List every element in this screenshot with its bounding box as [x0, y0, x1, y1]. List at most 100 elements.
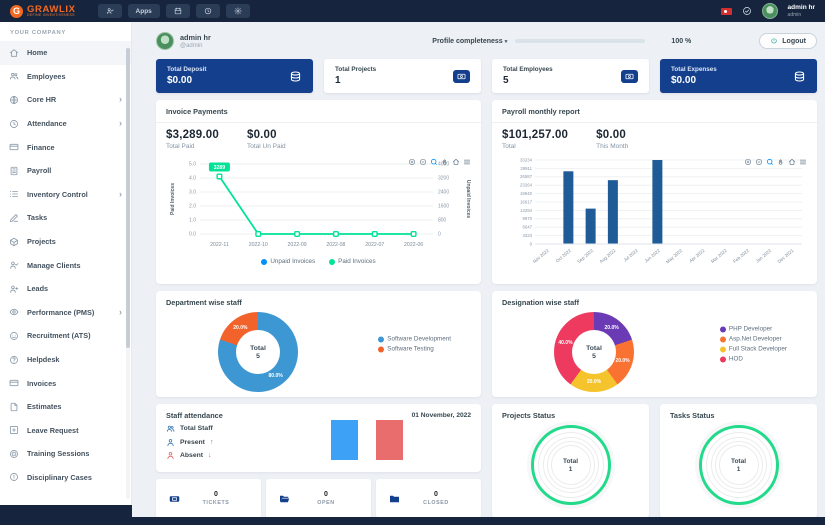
radial-center: Total 1: [730, 457, 747, 473]
panel-title: Department wise staff: [166, 298, 242, 307]
sidebar-item-home[interactable]: Home: [0, 41, 131, 65]
pan-icon[interactable]: [777, 158, 785, 166]
chevron-right-icon: [119, 95, 122, 104]
language-flag-icon[interactable]: [720, 7, 732, 15]
closed-tickets-card: 0 CLOSED: [376, 479, 481, 517]
legend-item[interactable]: Paid Invoices: [329, 258, 376, 265]
completeness-value: 100 %: [671, 37, 692, 45]
user-roles-icon: [106, 7, 114, 15]
user-roles-button[interactable]: [97, 4, 122, 18]
chart-legend: Unpaid Invoices Paid Invoices: [156, 258, 481, 265]
logout-button[interactable]: Logout: [759, 33, 817, 49]
topbar-avatar[interactable]: [761, 3, 778, 19]
sidebar-item-estimates[interactable]: Estimates: [0, 395, 131, 419]
svg-text:Jul 2022: Jul 2022: [623, 248, 640, 263]
svg-text:26587: 26587: [520, 174, 533, 179]
svg-text:2022-10: 2022-10: [249, 242, 268, 248]
stat-card-total-expenses: Total Expenses $0.00: [660, 59, 817, 93]
sidebar-item-helpdesk[interactable]: Helpdesk: [0, 348, 131, 372]
pan-icon[interactable]: [441, 158, 449, 166]
payroll-bar-chart[interactable]: 0 3323 6647 9970 13294 16617 19940 23264 26587 29…: [502, 154, 807, 276]
designation-donut-chart[interactable]: Total 5 20.0% 20.0% 20.0% 40.0%: [554, 312, 634, 392]
menu-icon[interactable]: [463, 158, 471, 166]
zoom-in-icon[interactable]: [408, 158, 416, 166]
selection-zoom-icon[interactable]: [430, 158, 438, 166]
slice-percent-label: 40.0%: [558, 339, 573, 346]
profile-avatar[interactable]: [156, 32, 174, 50]
profile-name: admin hr: [180, 33, 211, 43]
svg-text:3200: 3200: [438, 176, 449, 182]
legend-item[interactable]: Asp.Net Developer: [719, 336, 787, 343]
arrow-down-icon: ↓: [208, 452, 212, 459]
coins-icon: [793, 70, 806, 83]
sidebar-scrollbar-thumb[interactable]: [126, 48, 130, 348]
svg-text:5.0: 5.0: [189, 162, 196, 168]
radial-center: Total 1: [562, 457, 579, 473]
sidebar-item-inventory-control[interactable]: Inventory Control: [0, 183, 131, 207]
attendance-row-absent: Absent ↓: [166, 451, 471, 460]
settings-button[interactable]: [225, 4, 250, 18]
home-icon[interactable]: [788, 158, 796, 166]
history-button[interactable]: [195, 4, 220, 18]
legend-item[interactable]: Software Testing: [378, 346, 451, 353]
zoom-in-icon[interactable]: [744, 158, 752, 166]
manage-clients-icon: [9, 260, 19, 270]
department-donut-chart[interactable]: Total 5 80.0% 20.0%: [218, 312, 298, 392]
legend-item[interactable]: HOD: [719, 356, 787, 363]
sidebar-item-disciplinary-cases[interactable]: Disciplinary Cases: [0, 466, 131, 490]
check-circle-icon[interactable]: [742, 6, 752, 16]
legend-item[interactable]: Full Stack Developer: [719, 346, 787, 353]
topbar-user-block[interactable]: admin hr admin: [788, 4, 815, 18]
sidebar-item-training-sessions[interactable]: Training Sessions: [0, 442, 131, 466]
home-icon: [9, 48, 19, 58]
sidebar-item-finance[interactable]: Finance: [0, 135, 131, 159]
sidebar-item-employees[interactable]: Employees: [0, 65, 131, 89]
legend-item[interactable]: Software Development: [378, 336, 451, 343]
sidebar-item-projects[interactable]: Projects: [0, 230, 131, 254]
sidebar-item-tasks[interactable]: Tasks: [0, 206, 131, 230]
chart-legend: PHP Developer Asp.Net Developer Full Stack…: [719, 326, 787, 363]
helpdesk-icon: [9, 355, 19, 365]
sidebar-item-performance-pms[interactable]: Performance (PMS): [0, 301, 131, 325]
invoice-payments-panel: Invoice Payments $3,289.00 Total Paid $0.…: [156, 100, 481, 284]
apps-button[interactable]: Apps: [127, 4, 160, 18]
legend-dot: [261, 258, 268, 265]
sidebar-item-leave-request[interactable]: Leave Request: [0, 419, 131, 443]
stat-card-total-deposit: Total Deposit $0.00: [156, 59, 313, 93]
tasks-icon: [9, 213, 19, 223]
legend-item[interactable]: Unpaid Invoices: [261, 258, 315, 265]
sidebar-item-manage-clients[interactable]: Manage Clients: [0, 253, 131, 277]
total-unpaid-value: $0.00: [246, 129, 277, 141]
slice-percent-label: 20.0%: [604, 324, 619, 331]
team-icon: [166, 424, 175, 433]
sidebar-item-payroll[interactable]: Payroll: [0, 159, 131, 183]
tasks-status-radial-chart[interactable]: Total 1: [698, 425, 779, 505]
history-clock-icon: [204, 7, 212, 15]
sidebar-item-core-hr[interactable]: Core HR: [0, 88, 131, 112]
attendance-bar-chart[interactable]: [331, 420, 403, 460]
total-paid-label: Total Paid: [166, 143, 195, 150]
menu-icon[interactable]: [799, 158, 807, 166]
invoice-line-chart[interactable]: 5.0 40004.0 32003.0 24002.0 16001.0 8000.0 020…: [166, 154, 471, 258]
power-icon: [770, 37, 778, 45]
zoom-out-icon[interactable]: [419, 158, 427, 166]
home-icon[interactable]: [452, 158, 460, 166]
sidebar-item-attendance[interactable]: Attendance: [0, 112, 131, 136]
app-logo[interactable]: G GRAWLIX DEFINE INVENTIVENESS: [10, 4, 76, 18]
selection-zoom-icon[interactable]: [766, 158, 774, 166]
sidebar-item-recruitment-ats[interactable]: Recruitment (ATS): [0, 324, 131, 348]
svg-text:Mar 2022: Mar 2022: [710, 248, 728, 264]
svg-text:6647: 6647: [522, 225, 532, 230]
calendar-button[interactable]: [165, 4, 190, 18]
profile-completeness-label[interactable]: Profile completeness ▾: [432, 38, 507, 45]
svg-text:Nov 2022: Nov 2022: [532, 248, 550, 265]
panel-title: Designation wise staff: [502, 298, 580, 307]
projects-icon: [9, 237, 19, 247]
legend-item[interactable]: PHP Developer: [719, 326, 787, 333]
sidebar-item-invoices[interactable]: Invoices: [0, 371, 131, 395]
panel-title: Invoice Payments: [156, 100, 481, 123]
projects-status-radial-chart[interactable]: Total 1: [530, 425, 611, 505]
zoom-out-icon[interactable]: [755, 158, 763, 166]
svg-text:Paid Invoices: Paid Invoices: [170, 183, 176, 215]
sidebar-item-leads[interactable]: Leads: [0, 277, 131, 301]
